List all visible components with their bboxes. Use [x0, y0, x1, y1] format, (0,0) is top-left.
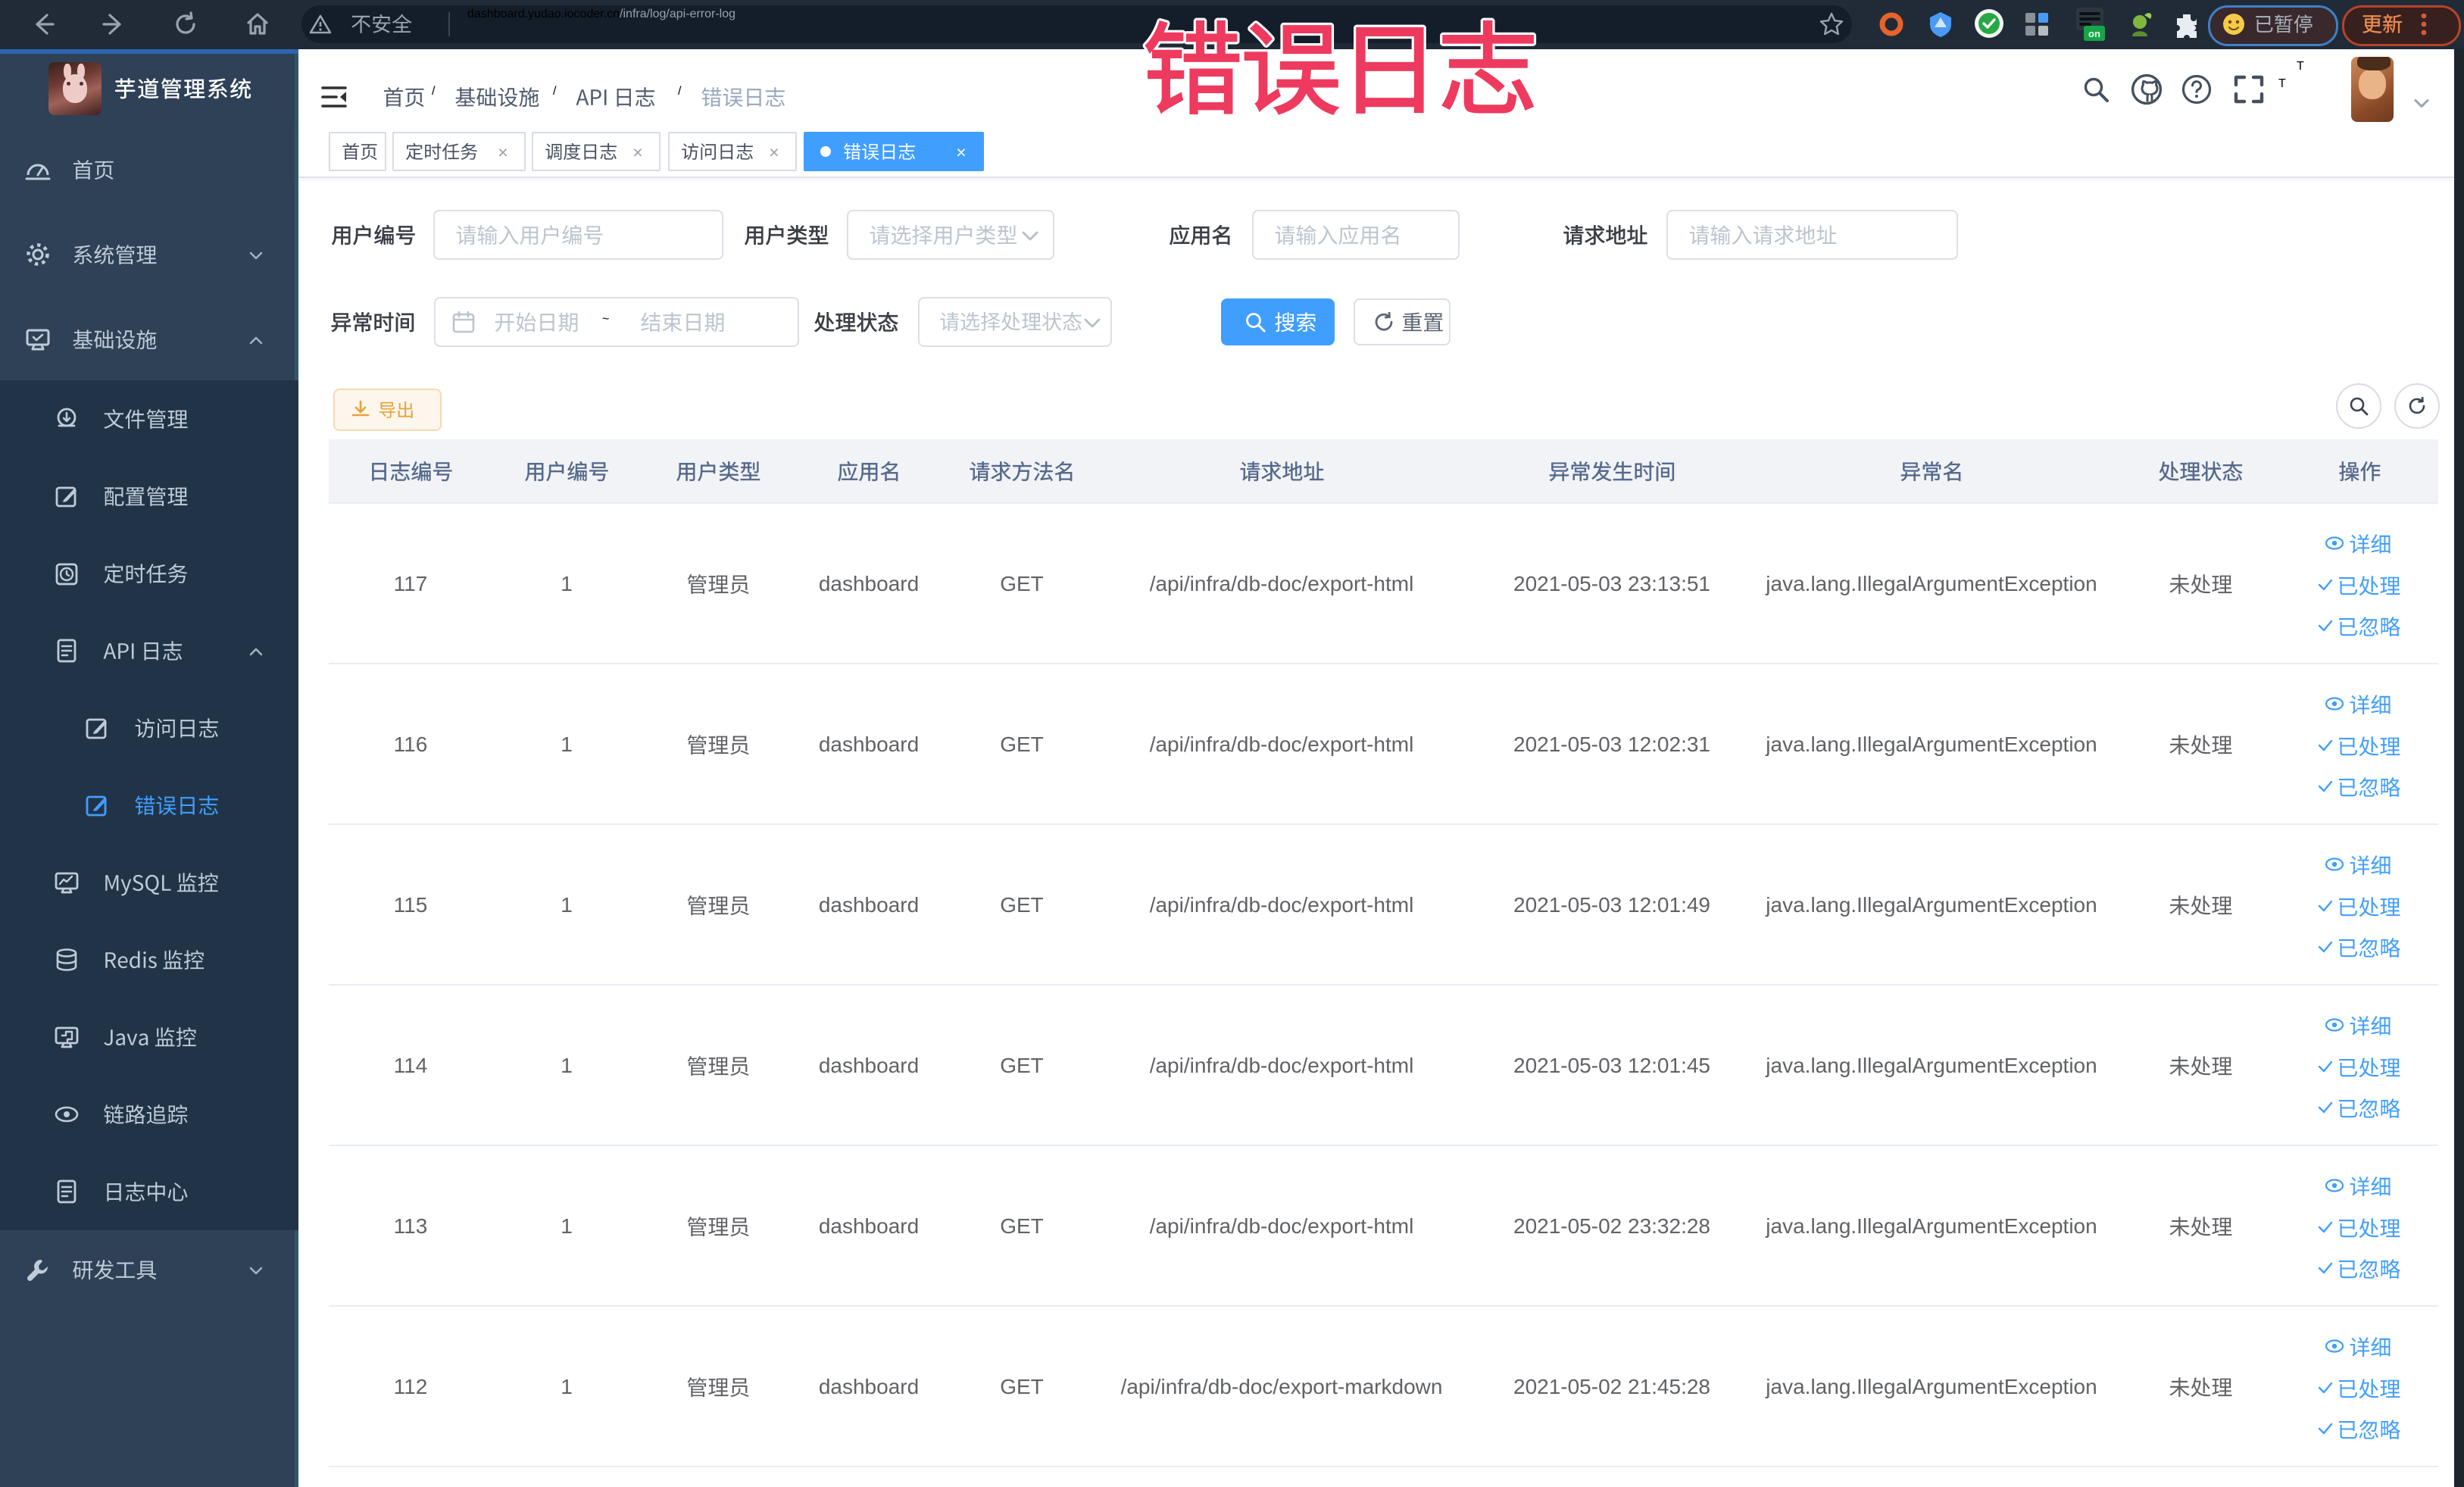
svg-text:on: on: [2088, 28, 2100, 39]
